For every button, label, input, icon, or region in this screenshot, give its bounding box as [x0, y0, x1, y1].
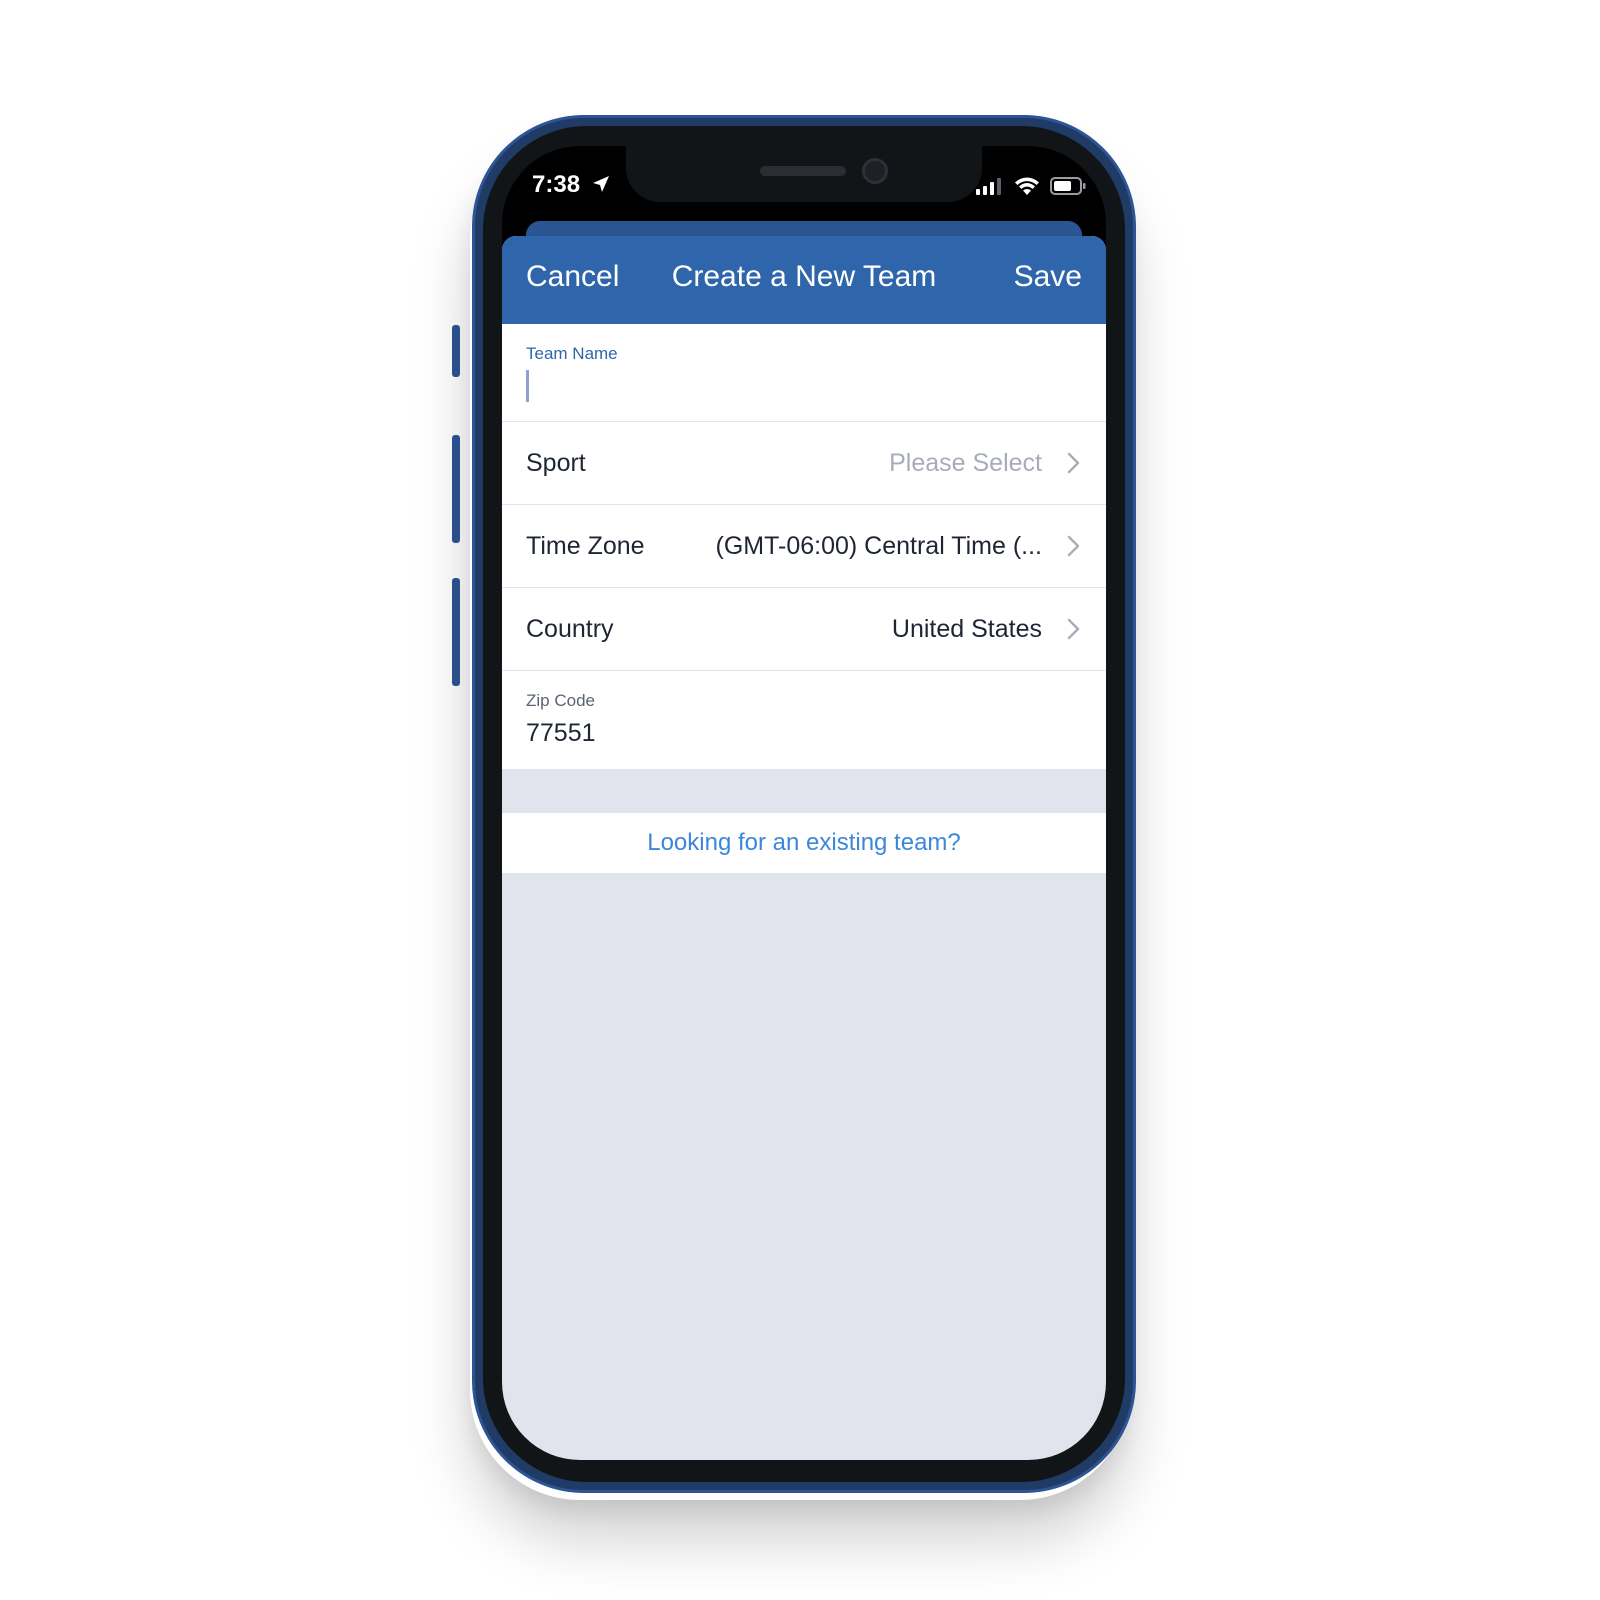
notch — [626, 146, 982, 202]
nav-bar: Cancel Create a New Team Save — [502, 236, 1106, 324]
country-value: United States — [891, 614, 1042, 643]
save-button[interactable]: Save — [1014, 260, 1082, 294]
time-zone-label: Time Zone — [526, 531, 645, 560]
chevron-right-icon — [1067, 618, 1080, 640]
front-camera — [862, 158, 888, 184]
time-zone-row[interactable]: Time Zone (GMT-06:00) Central Time (... — [502, 505, 1106, 588]
sport-value: Please Select — [889, 448, 1042, 477]
cellular-signal-icon — [976, 178, 1001, 195]
existing-team-link[interactable]: Looking for an existing team? — [647, 829, 961, 857]
country-label: Country — [526, 614, 614, 643]
country-row[interactable]: Country United States — [502, 588, 1106, 671]
wifi-icon — [1015, 177, 1039, 195]
section-spacer — [502, 769, 1106, 813]
time-zone-value: (GMT-06:00) Central Time (... — [715, 531, 1042, 560]
phone-screen: 7:38 Cancel Create a New Team Save Team … — [502, 146, 1106, 1460]
side-button-volume-down — [452, 578, 460, 686]
sport-row[interactable]: Sport Please Select — [502, 422, 1106, 505]
status-time-text: 7:38 — [532, 171, 581, 198]
side-button-silent — [452, 325, 460, 377]
create-team-sheet: Cancel Create a New Team Save Team Name … — [502, 236, 1106, 1460]
location-arrow-icon — [592, 176, 609, 192]
chevron-right-icon — [1067, 452, 1080, 474]
existing-team-row: Looking for an existing team? — [502, 813, 1106, 873]
team-form: Team Name Sport Please Select Time Zone … — [502, 324, 1106, 769]
zip-code-field[interactable]: Zip Code 77551 — [502, 671, 1106, 769]
chevron-right-icon — [1067, 535, 1080, 557]
status-bar-indicators — [976, 176, 1086, 196]
text-cursor — [526, 370, 529, 402]
speaker-grille — [760, 166, 846, 176]
sport-label: Sport — [526, 448, 586, 477]
zip-code-label: Zip Code — [526, 691, 595, 710]
side-button-volume-up — [452, 435, 460, 543]
team-name-field[interactable]: Team Name — [502, 324, 1106, 422]
battery-icon — [1050, 177, 1086, 195]
team-name-label: Team Name — [526, 344, 618, 363]
status-bar-time: 7:38 — [532, 171, 611, 199]
zip-code-input[interactable]: 77551 — [526, 719, 1082, 748]
mockup-stage: 7:38 Cancel Create a New Team Save Team … — [0, 0, 1600, 1600]
